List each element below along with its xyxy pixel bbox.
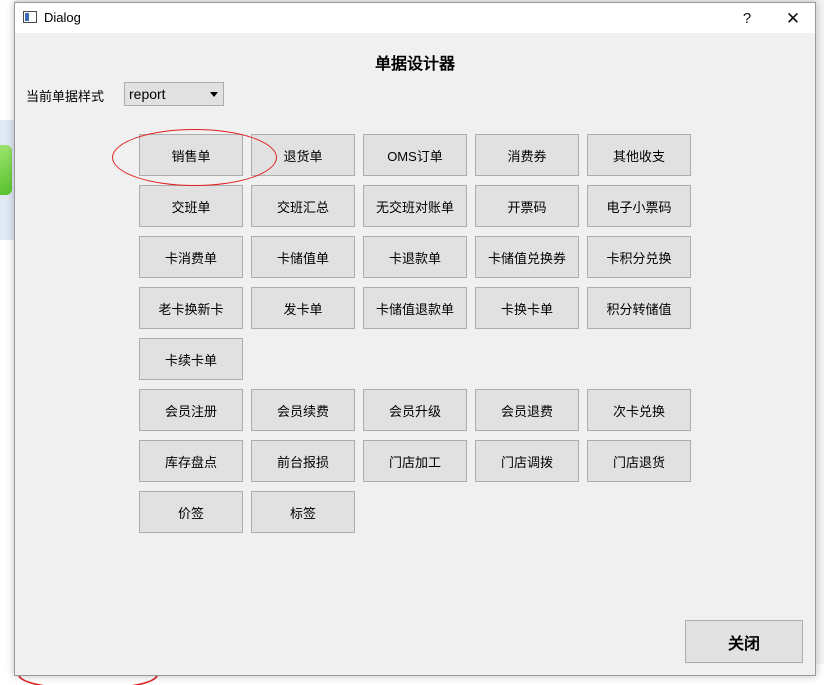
button-card-swap[interactable]: 卡换卡单 bbox=[475, 287, 579, 329]
button-store-return[interactable]: 门店退货 bbox=[587, 440, 691, 482]
button-count-card-redeem[interactable]: 次卡兑换 bbox=[587, 389, 691, 431]
button-invoice-code[interactable]: 开票码 bbox=[475, 185, 579, 227]
page-title: 单据设计器 bbox=[374, 54, 455, 73]
button-shift-summary[interactable]: 交班汇总 bbox=[251, 185, 355, 227]
button-price-tag[interactable]: 价签 bbox=[139, 491, 243, 533]
button-member-upgrade[interactable]: 会员升级 bbox=[363, 389, 467, 431]
style-dropdown-value: report bbox=[129, 86, 166, 102]
button-card-points-redeem[interactable]: 卡积分兑换 bbox=[587, 236, 691, 278]
button-card-balance-voucher[interactable]: 卡储值兑换券 bbox=[475, 236, 579, 278]
button-card-topup[interactable]: 卡储值单 bbox=[251, 236, 355, 278]
dialog-window: Dialog ? ✕ 单据设计器 当前单据样式 report 销售单 退货单 O… bbox=[14, 2, 816, 676]
window-title: Dialog bbox=[44, 10, 81, 25]
background-left-strip bbox=[0, 0, 14, 685]
button-store-transfer[interactable]: 门店调拨 bbox=[475, 440, 579, 482]
button-card-balance-refund[interactable]: 卡储值退款单 bbox=[363, 287, 467, 329]
button-card-replace[interactable]: 老卡换新卡 bbox=[139, 287, 243, 329]
chevron-down-icon bbox=[210, 92, 218, 97]
close-window-button[interactable]: ✕ bbox=[771, 6, 815, 32]
button-voucher[interactable]: 消费券 bbox=[475, 134, 579, 176]
button-card-renew[interactable]: 卡续卡单 bbox=[139, 338, 243, 380]
button-card-consume[interactable]: 卡消费单 bbox=[139, 236, 243, 278]
button-shift-handover[interactable]: 交班单 bbox=[139, 185, 243, 227]
style-label: 当前单据样式 bbox=[26, 90, 105, 105]
button-card-issue[interactable]: 发卡单 bbox=[251, 287, 355, 329]
button-member-renew[interactable]: 会员续费 bbox=[251, 389, 355, 431]
button-oms-order[interactable]: OMS订单 bbox=[363, 134, 467, 176]
button-stocktake[interactable]: 库存盘点 bbox=[139, 440, 243, 482]
window-icon bbox=[23, 11, 37, 23]
button-e-receipt-code[interactable]: 电子小票码 bbox=[587, 185, 691, 227]
button-other-income[interactable]: 其他收支 bbox=[587, 134, 691, 176]
style-dropdown[interactable]: report bbox=[124, 82, 224, 106]
button-label[interactable]: 标签 bbox=[251, 491, 355, 533]
button-member-refund[interactable]: 会员退费 bbox=[475, 389, 579, 431]
background-app-icon bbox=[0, 145, 12, 195]
close-button[interactable]: 关闭 bbox=[685, 620, 803, 663]
button-sales-order[interactable]: 销售单 bbox=[139, 134, 243, 176]
help-button[interactable]: ? bbox=[727, 6, 767, 32]
button-return-order[interactable]: 退货单 bbox=[251, 134, 355, 176]
button-member-register[interactable]: 会员注册 bbox=[139, 389, 243, 431]
title-bar[interactable]: Dialog ? ✕ bbox=[15, 3, 815, 33]
button-front-loss[interactable]: 前台报损 bbox=[251, 440, 355, 482]
button-store-processing[interactable]: 门店加工 bbox=[363, 440, 467, 482]
button-points-to-balance[interactable]: 积分转储值 bbox=[587, 287, 691, 329]
button-card-refund[interactable]: 卡退款单 bbox=[363, 236, 467, 278]
button-no-shift-statement[interactable]: 无交班对账单 bbox=[363, 185, 467, 227]
